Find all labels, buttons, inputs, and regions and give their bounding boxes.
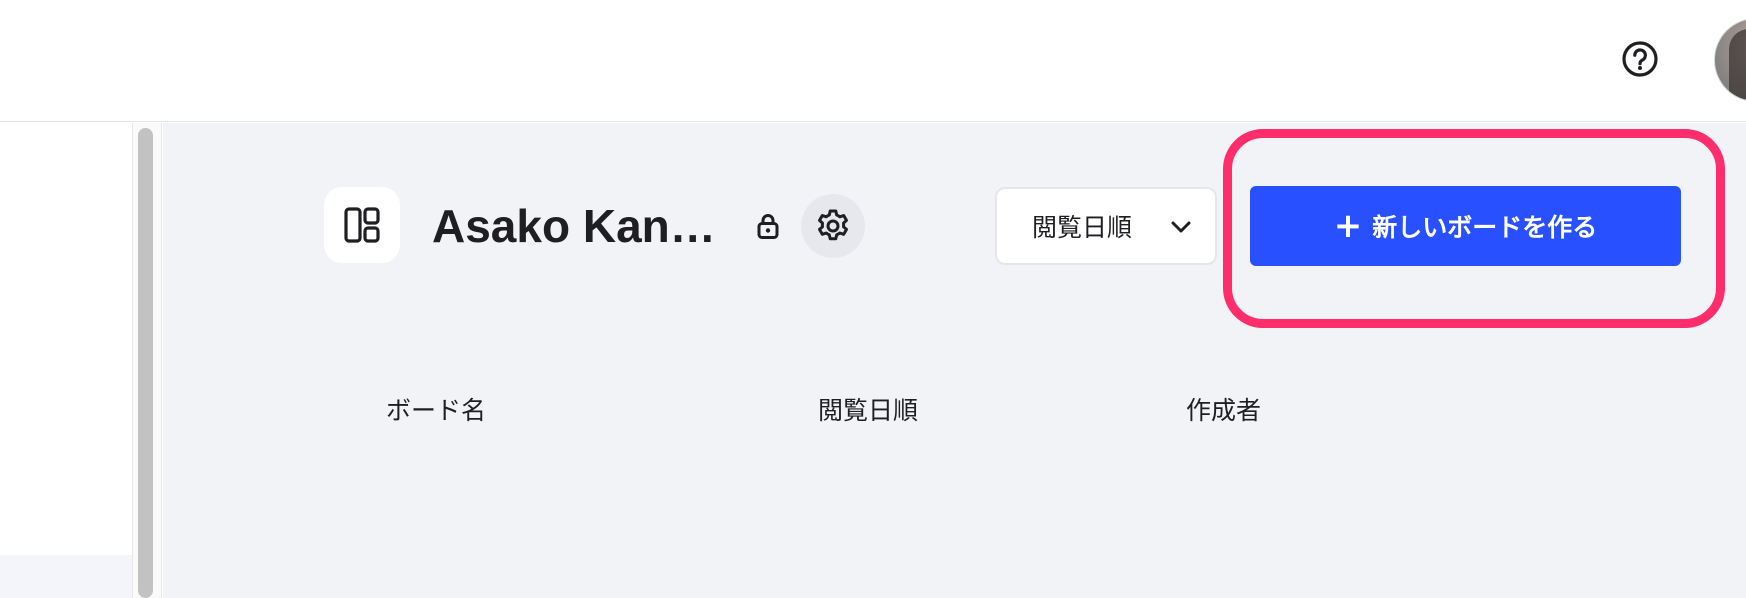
- sort-dropdown-label: 閲覧日順: [1032, 213, 1133, 242]
- help-circle-icon: [1622, 41, 1658, 77]
- top-bar: [0, 0, 1746, 122]
- plus-icon: +: [1333, 206, 1363, 246]
- create-board-button[interactable]: + 新しいボードを作る: [1250, 186, 1681, 266]
- sidebar-selected-item[interactable]: [0, 555, 132, 598]
- board-settings-button[interactable]: [801, 194, 865, 258]
- lock-icon: [754, 212, 782, 240]
- scrollbar-thumb[interactable]: [138, 128, 153, 598]
- board-title: Asako Kan…: [432, 200, 716, 252]
- chevron-down-icon: [1171, 221, 1191, 233]
- sort-dropdown[interactable]: 閲覧日順: [995, 187, 1217, 265]
- board-layout-icon: [344, 207, 380, 243]
- create-board-label: 新しいボードを作る: [1372, 213, 1598, 242]
- column-header-creator[interactable]: 作成者: [1186, 391, 1261, 427]
- help-button[interactable]: [1620, 39, 1660, 79]
- gear-icon: [818, 209, 848, 241]
- avatar[interactable]: [1714, 18, 1746, 102]
- board-icon-tile: [324, 187, 400, 263]
- column-header-viewed-date[interactable]: 閲覧日順: [818, 391, 918, 427]
- column-header-board-name[interactable]: ボード名: [386, 391, 486, 427]
- sidebar: [0, 123, 132, 598]
